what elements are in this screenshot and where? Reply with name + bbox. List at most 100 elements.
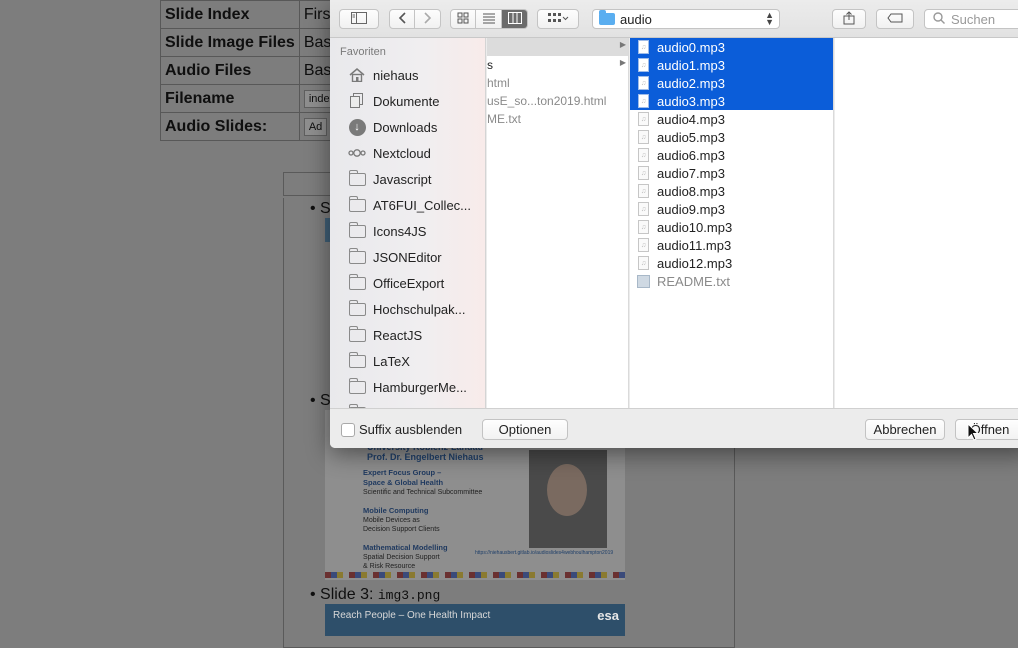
tag-icon: [887, 12, 903, 26]
sidebar-item-reactjs[interactable]: ReactJS: [348, 324, 484, 346]
sidebar-item-downloads[interactable]: ↓ Downloads: [348, 116, 484, 138]
disclosure-arrow-icon: ▶: [619, 58, 626, 67]
sidebar-item-officeexport[interactable]: OfficeExport: [348, 272, 484, 294]
folder-icon: [348, 195, 366, 212]
file-row-audio9[interactable]: ♫ audio9.mp3: [630, 200, 833, 218]
cancel-button[interactable]: Abbrechen: [865, 419, 945, 440]
history-buttons: [389, 9, 441, 29]
view-mode-buttons: [450, 9, 528, 29]
file-row-audio11[interactable]: ♫ audio11.mp3: [630, 236, 833, 254]
hide-suffix-checkbox[interactable]: [341, 423, 355, 437]
sidebar-item-label: niehaus: [373, 67, 419, 83]
settings-label: Audio Files: [160, 56, 300, 85]
nextcloud-icon: [348, 146, 366, 160]
slide-bullet: • S: [310, 200, 331, 217]
settings-row: Slide Image Files Base: [160, 28, 346, 57]
location-popup[interactable]: audio ▲ ▼: [592, 9, 780, 29]
audio-files-column: ♫ audio0.mp3 ♫ audio1.mp3 ♫ audio2.mp3 ♫ aud…: [630, 38, 834, 408]
gallery-view-dropdown[interactable]: [537, 9, 579, 29]
sidebar-item-label: OfficeExport: [373, 275, 445, 291]
sidebar-header: Favoriten: [340, 46, 386, 58]
disclosure-arrow-icon: ▶: [619, 40, 626, 49]
slide-bullet: • Slide 3: img3.png: [310, 586, 441, 603]
tags-button[interactable]: [876, 9, 914, 29]
audio-file-icon: ♫: [638, 184, 649, 198]
file-row-audio6[interactable]: ♫ audio6.mp3: [630, 146, 833, 164]
file-row-readme[interactable]: README.txt: [630, 272, 833, 290]
file-open-dialog: audio ▲ ▼ Suchen Favoriten niehaus Dokum…: [330, 0, 1018, 448]
settings-row: Filename index: [160, 84, 346, 113]
options-button[interactable]: Optionen: [482, 419, 568, 440]
file-row-audio12[interactable]: ♫ audio12.mp3: [630, 254, 833, 272]
audio-file-icon: ♫: [638, 130, 649, 144]
slide-bullet: • S: [310, 392, 331, 409]
list-item[interactable]: html: [487, 74, 628, 92]
folder-icon: [348, 299, 366, 316]
sidebar-item-dokumente[interactable]: Dokumente: [348, 90, 484, 112]
audio-file-icon: ♫: [638, 202, 649, 216]
sidebar-item-label: Icons4JS: [373, 223, 427, 239]
back-button[interactable]: [389, 9, 415, 29]
slide-flags: [325, 572, 625, 578]
icon-view-button[interactable]: [450, 9, 476, 29]
parent-folder-column: ▶ s ▶ html usE_so...ton2019.html ME.txt: [487, 38, 629, 408]
file-row-audio4[interactable]: ♫ audio4.mp3: [630, 110, 833, 128]
file-row-audio3[interactable]: ♫ audio3.mp3: [630, 92, 833, 110]
search-icon: [933, 11, 945, 27]
preview-column: [835, 38, 1018, 408]
sidebar-item-nextcloud[interactable]: Nextcloud: [348, 142, 484, 164]
audio-file-icon: ♫: [638, 166, 649, 180]
list-item[interactable]: ▶: [487, 38, 628, 56]
text-file-icon: [637, 274, 650, 288]
sidebar-item-label: JSONEditor: [373, 249, 442, 265]
file-row-audio7[interactable]: ♫ audio7.mp3: [630, 164, 833, 182]
open-button[interactable]: Öffnen: [955, 419, 1018, 440]
search-field[interactable]: Suchen: [924, 9, 1018, 29]
sidebar-item-niehaus[interactable]: niehaus: [348, 64, 484, 86]
audio-file-icon: ♫: [638, 148, 649, 162]
list-icon: [482, 12, 496, 27]
list-view-button[interactable]: [476, 9, 502, 29]
audio-file-icon: ♫: [638, 238, 649, 252]
sidebar-item-jsoneditor[interactable]: JSONEditor: [348, 246, 484, 268]
sidebar-item-label: Dokumente: [373, 93, 440, 109]
sidebar-item-hamburgerme[interactable]: HamburgerMe...: [348, 376, 484, 398]
file-row-audio8[interactable]: ♫ audio8.mp3: [630, 182, 833, 200]
sidebar-item-hochschulpak[interactable]: Hochschulpak...: [348, 298, 484, 320]
list-item[interactable]: s ▶: [487, 56, 628, 74]
folder-icon: [348, 169, 366, 186]
sidebar-item-javascript[interactable]: Javascript: [348, 168, 484, 190]
list-item[interactable]: usE_so...ton2019.html: [487, 92, 628, 110]
gallery-icon: [547, 12, 569, 27]
hide-suffix-label[interactable]: Suffix ausblenden: [359, 422, 462, 437]
sidebar-item-at6fui[interactable]: AT6FUI_Collec...: [348, 194, 484, 216]
add-audio-button[interactable]: Ad: [303, 118, 328, 136]
sidebar-item-label: HamburgerMe...: [373, 379, 467, 395]
sidebar-toggle-button[interactable]: [339, 9, 379, 29]
settings-row: Audio Slides: Ad: [160, 112, 346, 141]
file-row-audio2[interactable]: ♫ audio2.mp3: [630, 74, 833, 92]
list-item[interactable]: ME.txt: [487, 110, 628, 128]
file-row-audio1[interactable]: ♫ audio1.mp3: [630, 56, 833, 74]
audio-file-icon: ♫: [638, 112, 649, 126]
folder-icon: [348, 247, 366, 264]
slide-3-preview: Reach People – One Health Impact esa: [325, 604, 625, 636]
mouse-cursor-icon: [967, 422, 980, 445]
sidebar-item-latex[interactable]: LaTeX: [348, 350, 484, 372]
file-row-audio5[interactable]: ♫ audio5.mp3: [630, 128, 833, 146]
home-icon: [348, 68, 366, 82]
chevron-right-icon: [423, 11, 432, 27]
settings-row: Audio Files Base: [160, 56, 346, 85]
share-icon: [843, 10, 855, 28]
forward-button[interactable]: [415, 9, 441, 29]
file-row-audio0[interactable]: ♫ audio0.mp3: [630, 38, 833, 56]
updown-arrows-icon: ▲ ▼: [765, 10, 774, 27]
column-view-button[interactable]: [502, 9, 528, 29]
folder-icon: [348, 325, 366, 342]
file-row-audio10[interactable]: ♫ audio10.mp3: [630, 218, 833, 236]
slide-link: https://niehausbert.gitlab.io/audioslide…: [475, 550, 614, 556]
sidebar-item-icons4js[interactable]: Icons4JS: [348, 220, 484, 242]
share-button[interactable]: [832, 9, 866, 29]
folder-icon: [348, 273, 366, 290]
sidebar-item-label: Nextcloud: [373, 145, 431, 161]
